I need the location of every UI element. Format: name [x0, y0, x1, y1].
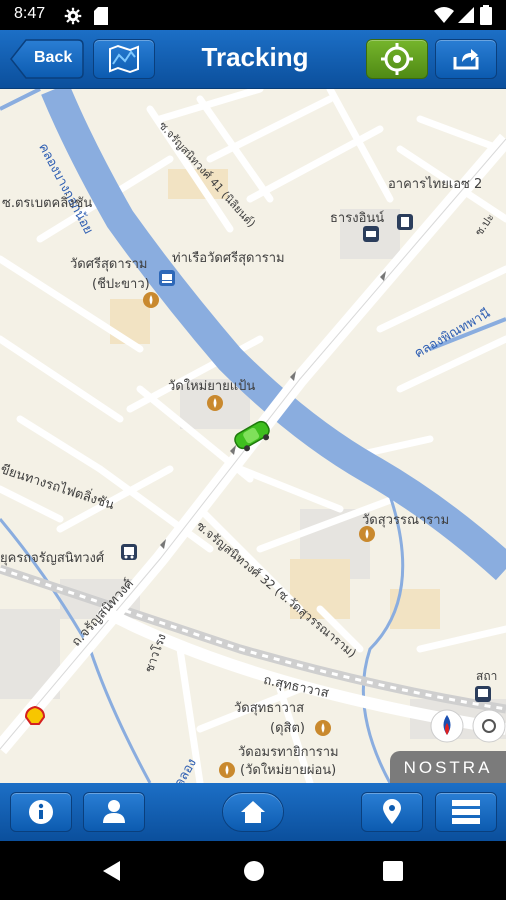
temple-icon	[207, 395, 223, 411]
ptt-station-icon	[430, 709, 464, 743]
bus-label: ยุครถจรัญสนิทวงศ์	[0, 551, 105, 566]
system-nav-bar	[0, 841, 506, 900]
back-button-label: Back	[34, 49, 73, 66]
signal-icon	[458, 7, 474, 23]
home-button[interactable]	[222, 792, 284, 832]
bottom-toolbar	[0, 783, 506, 841]
wifi-icon	[434, 7, 454, 23]
location-pin-button[interactable]	[361, 792, 423, 832]
back-button[interactable]: Back	[10, 39, 84, 79]
page-title: Tracking	[201, 42, 309, 72]
pin-icon	[383, 799, 401, 824]
list-icon	[452, 800, 480, 824]
temple-label: (ดุสิต)	[270, 721, 305, 736]
temple-label: (ชีปะขาว)	[92, 277, 150, 292]
temple-label: วัดสุทธาวาส	[234, 701, 305, 716]
share-icon	[453, 49, 479, 70]
building-icon	[397, 214, 413, 230]
map-view[interactable]: คลองบางกอกน้อย ซ.จรัญสนิทวงศ์ 41 (นิลิยน…	[0, 89, 506, 783]
battery-icon	[480, 5, 492, 25]
list-button[interactable]	[435, 792, 497, 832]
temple-label: วัดศรีสุดาราม	[70, 257, 148, 272]
temple-icon	[315, 720, 331, 736]
info-icon	[29, 800, 53, 824]
nostra-watermark: NOSTRA	[390, 751, 506, 783]
back-triangle-icon[interactable]	[100, 859, 124, 883]
locate-button[interactable]	[366, 39, 428, 79]
sd-card-icon	[94, 7, 108, 25]
temple-label: วัดสุวรรณาราม	[362, 513, 450, 528]
map-icon	[109, 44, 139, 74]
status-bar: 8:47	[0, 0, 506, 30]
temple-icon	[219, 762, 235, 778]
person-icon	[103, 800, 125, 823]
hotel-label: ธารงอินน์	[330, 211, 385, 226]
locate-icon	[381, 43, 413, 75]
home-circle-icon[interactable]	[242, 859, 266, 883]
gear-icon	[64, 7, 82, 25]
share-button[interactable]	[435, 39, 497, 79]
building-label: อาคารไทยเอซ 2	[388, 177, 483, 192]
home-icon	[241, 801, 265, 823]
map-view-button[interactable]	[93, 39, 155, 79]
profile-button[interactable]	[83, 792, 145, 832]
station-icon	[472, 709, 506, 743]
temple-label: (วัดใหม่ยายผ่อน)	[240, 763, 337, 778]
green-car-icon[interactable]	[230, 417, 274, 453]
pier-label: ท่าเรือวัดศรีสุดาราม	[172, 251, 285, 266]
info-button[interactable]	[10, 792, 72, 832]
station-label: สถา	[476, 669, 498, 683]
train-station-icon	[475, 686, 491, 702]
shell-station-icon	[24, 705, 46, 725]
recents-square-icon[interactable]	[382, 860, 404, 882]
bus-icon	[121, 544, 137, 560]
pier-icon	[159, 270, 175, 286]
street-label: ซ.ตรเบตคลิ่งชัน	[2, 196, 93, 211]
header-bar: Back Tracking	[0, 30, 506, 89]
status-time: 8:47	[14, 5, 46, 22]
temple-label: วัดใหม่ยายแป้น	[168, 379, 256, 394]
